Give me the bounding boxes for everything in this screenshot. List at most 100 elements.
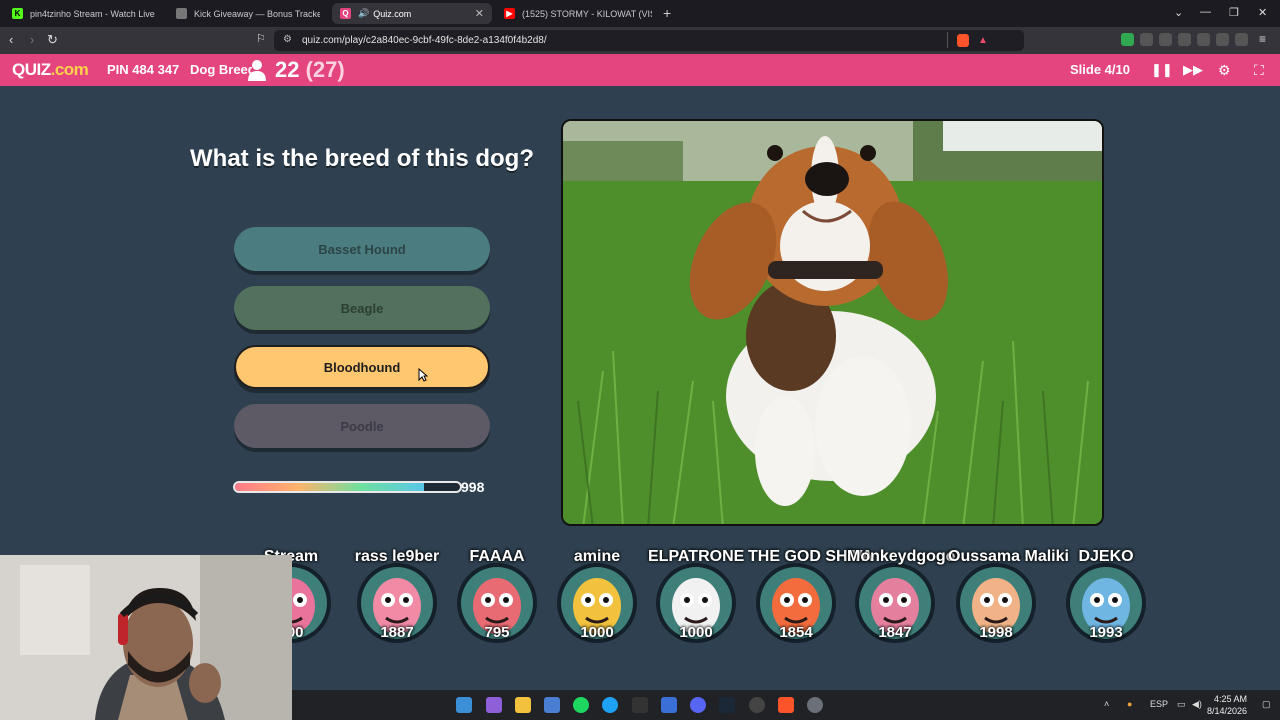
player-name: DJEKO xyxy=(1078,548,1134,565)
obs-icon[interactable] xyxy=(749,697,765,713)
microphone-icon[interactable]: ● xyxy=(1127,699,1132,709)
discord-icon[interactable] xyxy=(690,697,706,713)
streamer-webcam xyxy=(0,555,292,720)
player-name: FAAAA xyxy=(469,548,525,565)
close-window-icon[interactable]: ✕ xyxy=(1258,6,1267,19)
notifications-icon[interactable]: ▢ xyxy=(1262,699,1271,710)
tab-title: (1525) STORMY - KILOWAT (VISUALIZ xyxy=(522,8,652,19)
player-score: 1000 xyxy=(679,624,713,641)
player-card: FAAAA 795 xyxy=(449,548,545,644)
epic-games-icon[interactable] xyxy=(632,697,648,713)
player-card: THE GOD SHIVA 1854 xyxy=(748,548,873,644)
back-icon[interactable]: ‹ xyxy=(9,32,13,47)
question-image xyxy=(561,119,1104,526)
skip-icon[interactable]: ▶▶ xyxy=(1183,62,1203,78)
question-text: What is the breed of this dog? xyxy=(190,145,534,172)
logo-accent: .com xyxy=(50,60,89,79)
edge-icon[interactable] xyxy=(602,697,618,713)
music-icon[interactable] xyxy=(1159,33,1172,46)
start-icon[interactable] xyxy=(456,697,472,713)
player-card: Oussama Maliki 1998 xyxy=(948,548,1069,644)
store-icon[interactable] xyxy=(544,697,560,713)
answer-poodle[interactable]: Poodle xyxy=(234,404,490,448)
youtube-icon: ▶ xyxy=(504,8,515,19)
outlook-icon[interactable] xyxy=(661,697,677,713)
answer-basset-hound[interactable]: Basset Hound xyxy=(234,227,490,271)
language-indicator[interactable]: ESP xyxy=(1150,699,1168,709)
player-score: 1000 xyxy=(580,624,614,641)
quiz-logo[interactable]: QUIZ.com xyxy=(12,60,89,80)
restore-icon[interactable]: ❐ xyxy=(1229,6,1239,19)
extension-icon[interactable] xyxy=(1121,33,1134,46)
player-card: ELPATRONE 1000 xyxy=(648,548,744,644)
player-name: ELPATRONE xyxy=(648,548,745,565)
player-score: 795 xyxy=(484,624,510,641)
reload-icon[interactable]: ↻ xyxy=(47,32,58,48)
brave-icon[interactable] xyxy=(778,697,794,713)
player-name: amine xyxy=(573,548,621,565)
settings-app-icon[interactable] xyxy=(807,697,823,713)
quiz-icon: Q xyxy=(340,8,351,19)
player-name: rass le9ber xyxy=(354,548,440,565)
minimize-icon[interactable]: — xyxy=(1200,6,1211,18)
system-clock[interactable]: 4:25 AM 8/14/2026 xyxy=(1207,693,1247,717)
steam-icon[interactable] xyxy=(719,697,735,713)
settings-icon[interactable]: ⚙ xyxy=(1218,62,1231,79)
tab-list-icon[interactable]: ⌄ xyxy=(1174,6,1183,19)
answer-count: 22 (27) xyxy=(275,57,345,83)
fullscreen-icon[interactable]: ⛶ xyxy=(1254,62,1264,79)
site-info-icon[interactable]: ⚙ xyxy=(283,34,292,45)
taskbar: ˄ ● ESP ▭ ◀) 4:25 AM 8/14/2026 ▢ xyxy=(292,690,1280,720)
quiz-category: Dog Breed xyxy=(190,62,252,77)
close-tab-icon[interactable]: ✕ xyxy=(475,7,484,20)
browser-tab-quiz[interactable]: Q 🔊 Quiz.com ✕ xyxy=(332,3,492,24)
player-card: amine 1000 xyxy=(549,548,645,644)
brave-rewards-icon[interactable]: ▲ xyxy=(978,35,988,46)
tab-title: Quiz.com xyxy=(373,8,412,19)
quiz-header: QUIZ.com PIN 484 347 Dog Breed 22 (27) S… xyxy=(0,54,1280,86)
answer-label: Basset Hound xyxy=(318,241,406,257)
answer-beagle[interactable]: Beagle xyxy=(234,286,490,330)
player-icon xyxy=(248,60,266,81)
answer-label: Bloodhound xyxy=(323,359,401,375)
leo-icon[interactable] xyxy=(1216,33,1229,46)
tray-chevron-icon[interactable]: ˄ xyxy=(1104,699,1109,709)
browser-tab-youtube[interactable]: ▶ (1525) STORMY - KILOWAT (VISUALIZ xyxy=(496,3,660,24)
player-score: 1854 xyxy=(779,624,813,641)
timer-bar xyxy=(233,481,462,493)
bonus-tracker-icon xyxy=(176,8,187,19)
network-icon[interactable]: ▭ xyxy=(1177,699,1186,710)
url-field[interactable]: ⚙ quiz.com/play/c2a840ec-9cbf-49fc-8de2-… xyxy=(274,30,1024,51)
answer-bloodhound[interactable]: Bloodhound xyxy=(234,345,490,389)
bookmark-icon[interactable]: ⚐ xyxy=(256,32,266,45)
vpn-icon[interactable] xyxy=(1235,33,1248,46)
volume-icon[interactable]: ◀) xyxy=(1192,699,1202,710)
menu-icon[interactable]: ≡ xyxy=(1259,32,1266,46)
brave-shields-icon[interactable] xyxy=(957,34,969,47)
pause-icon[interactable]: ❚❚ xyxy=(1151,62,1173,78)
timer-bar-fill xyxy=(235,483,424,491)
browser-tab-kick[interactable]: K pin4tzinho Stream - Watch Live on Ki xyxy=(4,3,164,24)
player-score: 1993 xyxy=(1089,624,1123,641)
clock-time: 4:25 AM xyxy=(1214,694,1248,704)
player-name: Oussama Maliki xyxy=(948,548,1069,565)
url-text: quiz.com/play/c2a840ec-9cbf-49fc-8de2-a1… xyxy=(302,35,547,46)
new-tab-icon[interactable]: + xyxy=(663,5,671,21)
puzzle-icon[interactable] xyxy=(1140,33,1153,46)
forward-icon[interactable]: › xyxy=(30,32,34,47)
wallet-icon[interactable] xyxy=(1197,33,1210,46)
player-total: (27) xyxy=(305,57,345,82)
sidebar-icon[interactable] xyxy=(1178,33,1191,46)
mouse-cursor-icon xyxy=(418,368,428,382)
browser-tab-bonus-tracker[interactable]: Kick Giveaway — Bonus Tracker | Bon xyxy=(168,3,328,24)
file-explorer-icon[interactable] xyxy=(515,697,531,713)
spotify-icon[interactable] xyxy=(573,697,589,713)
address-bar-row: ‹ › ↻ ⚐ ⚙ quiz.com/play/c2a840ec-9cbf-49… xyxy=(0,27,1280,54)
copilot-icon[interactable] xyxy=(486,697,502,713)
game-pin: PIN 484 347 xyxy=(107,62,180,77)
answer-label: Beagle xyxy=(340,300,384,316)
slide-counter: Slide 4/10 xyxy=(1070,62,1130,77)
player-score: 1847 xyxy=(878,624,912,641)
player-score: 1998 xyxy=(979,624,1013,641)
player-card: DJEKO 1993 xyxy=(1058,548,1154,644)
